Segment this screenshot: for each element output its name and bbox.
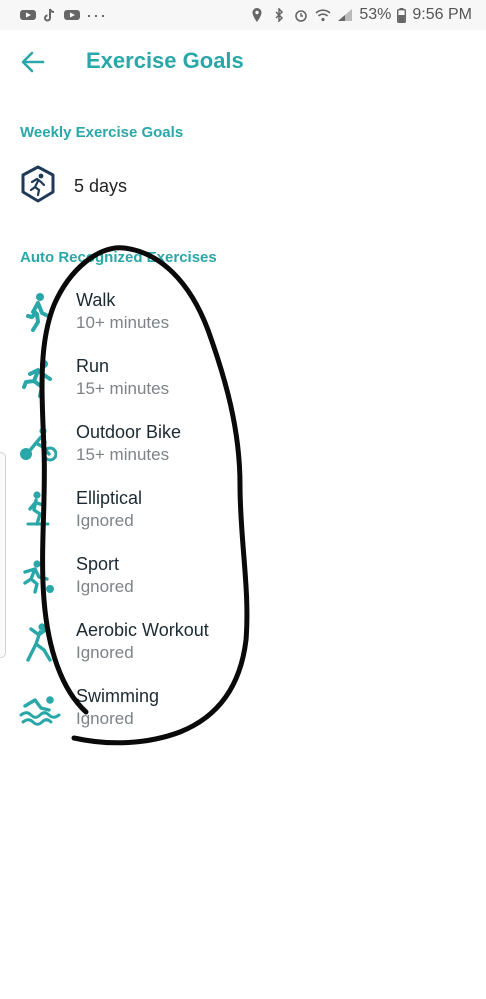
battery-percent: 53%: [359, 6, 392, 23]
bike-icon: [18, 424, 58, 464]
youtube-icon: [64, 10, 80, 20]
swimming-icon: [18, 688, 62, 728]
exercise-name: Aerobic Workout: [76, 620, 209, 640]
alarm-icon: [295, 10, 308, 22]
sport-icon: [18, 556, 58, 596]
exercise-name: Elliptical: [76, 488, 143, 508]
wifi-icon: [315, 9, 331, 22]
exercise-row-run[interactable]: Run 15+ minutes: [0, 352, 486, 408]
exercise-row-walk[interactable]: Walk 10+ minutes: [0, 286, 486, 342]
status-bar-left: ···: [0, 5, 249, 26]
exercise-name: Walk: [76, 290, 116, 310]
exercise-threshold: Ignored: [76, 577, 134, 596]
back-button[interactable]: [20, 50, 46, 74]
exercise-row-sport[interactable]: Sport Ignored: [0, 550, 486, 606]
signal-icon: [338, 9, 353, 21]
weekly-goal-row[interactable]: 5 days: [0, 164, 486, 210]
exercise-name: Outdoor Bike: [76, 422, 182, 442]
arrow-left-icon: [21, 51, 45, 73]
exercise-threshold: 15+ minutes: [76, 379, 170, 398]
status-bar: ··· 53% 9:56 PM: [0, 0, 486, 30]
weekly-goal-value: 5 days: [74, 176, 128, 196]
exercise-name: Swimming: [76, 686, 160, 706]
bluetooth-icon: [275, 8, 284, 22]
weekly-goals-section-label: Weekly Exercise Goals: [20, 124, 184, 141]
walk-icon: [18, 292, 58, 332]
exercise-row-aerobic-workout[interactable]: Aerobic Workout Ignored: [0, 616, 486, 672]
exercise-threshold: Ignored: [76, 709, 134, 728]
exercise-row-swimming[interactable]: Swimming Ignored: [0, 682, 486, 738]
more-notifications-dots: ···: [86, 4, 107, 25]
tiktok-icon: [44, 8, 55, 22]
page-title: Exercise Goals: [86, 48, 244, 73]
exercise-threshold: Ignored: [76, 643, 134, 662]
youtube-icon: [20, 10, 36, 20]
exercise-threshold: 10+ minutes: [76, 313, 170, 332]
edge-panel-handle[interactable]: [0, 452, 6, 658]
auto-recognized-section-label: Auto Recognized Exercises: [20, 249, 217, 266]
app-header: Exercise Goals: [0, 30, 486, 94]
elliptical-icon: [18, 490, 58, 530]
run-icon: [18, 358, 58, 398]
clock: 9:56 PM: [412, 6, 472, 23]
exercise-name: Sport: [76, 554, 120, 574]
exercise-name: Run: [76, 356, 110, 376]
exercise-shield-icon: [18, 164, 58, 204]
exercise-row-outdoor-bike[interactable]: Outdoor Bike 15+ minutes: [0, 418, 486, 474]
battery-icon: [397, 7, 407, 23]
location-icon: [252, 8, 262, 22]
exercise-threshold: 15+ minutes: [76, 445, 170, 464]
exercise-threshold: Ignored: [76, 511, 134, 530]
aerobic-workout-icon: [18, 622, 58, 662]
exercise-row-elliptical[interactable]: Elliptical Ignored: [0, 484, 486, 540]
status-bar-right: 53% 9:56 PM: [249, 6, 486, 24]
